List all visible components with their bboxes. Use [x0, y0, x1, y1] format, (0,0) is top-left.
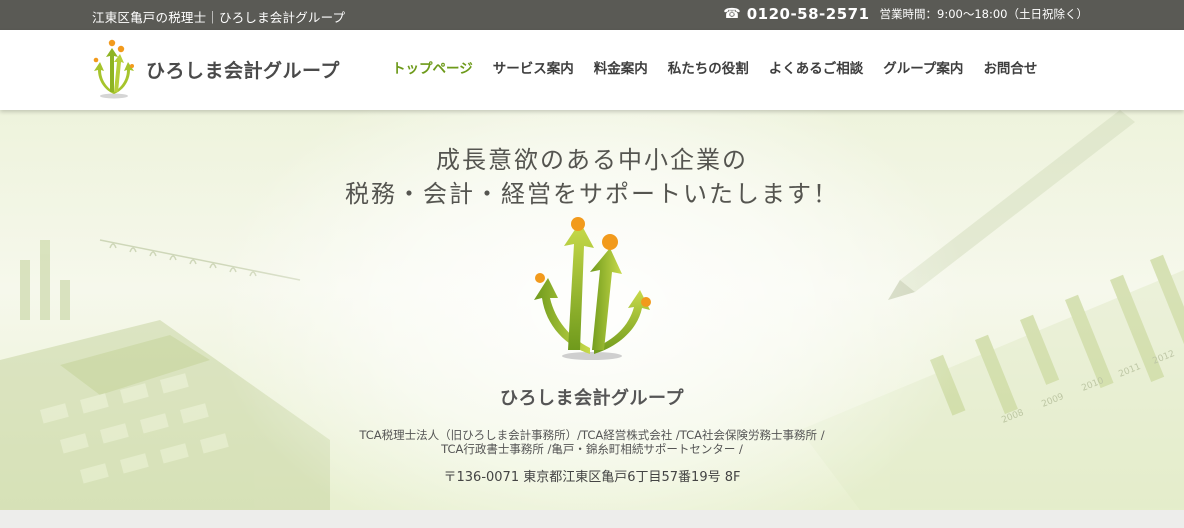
- nav-item-contact[interactable]: お問合せ: [983, 57, 1037, 77]
- office-list: TCA税理士法人（旧ひろしま会計事務所）/TCA経営株式会社 /TCA社会保険労…: [0, 428, 1184, 456]
- hero-section: 2008 2009 2010 2011 2012 成長意欲のある中小企業の 税務…: [0, 110, 1184, 510]
- brand-logo-link[interactable]: ひろしま会計グループ: [90, 38, 340, 100]
- nav-item-group[interactable]: グループ案内: [883, 57, 963, 77]
- hero-headline-line-2: 税務・会計・経営をサポートいたします！: [345, 180, 839, 208]
- main-nav: トップページ サービス案内 料金案内 私たちの役割 よくあるご相談 グループ案内…: [392, 57, 1037, 77]
- contact-info: ☎ 0120-58-2571 営業時間：9:00〜18:00（土日祝除く）: [723, 4, 1088, 24]
- nav-item-faq[interactable]: よくあるご相談: [769, 57, 864, 77]
- nav-item-services[interactable]: サービス案内: [493, 57, 574, 77]
- nav-item-our-role[interactable]: 私たちの役割: [668, 57, 749, 77]
- hero-brand-name: ひろしま会計グループ: [500, 388, 684, 409]
- site-tagline: 江東区亀戸の税理士｜ひろしま会計グループ: [92, 10, 346, 25]
- office-address: 〒136-0071 東京都江東区亀戸6丁目57番19号 8F: [443, 470, 741, 485]
- business-hours: 営業時間：9:00〜18:00（土日祝除く）: [879, 7, 1088, 21]
- hero-headline-line-1: 成長意欲のある中小企業の: [436, 146, 748, 174]
- sprout-arrows-logo-icon: [93, 39, 134, 99]
- phone-number[interactable]: 0120-58-2571: [747, 4, 870, 24]
- sprout-arrows-logo-icon: [534, 217, 651, 360]
- office-list-line-2: TCA行政書士事務所 /亀戸・錦糸町相続サポートセンター /: [441, 442, 743, 456]
- phone-icon: ☎: [723, 6, 741, 22]
- nav-item-top-page[interactable]: トップページ: [392, 57, 473, 77]
- office-list-line-1: TCA税理士法人（旧ひろしま会計事務所）/TCA経営株式会社 /TCA社会保険労…: [359, 428, 825, 442]
- top-bar: 江東区亀戸の税理士｜ひろしま会計グループ ☎ 0120-58-2571 営業時間…: [0, 0, 1184, 30]
- brand-name: ひろしま会計グループ: [146, 59, 340, 82]
- site-header: ひろしま会計グループ トップページ サービス案内 料金案内 私たちの役割 よくあ…: [0, 30, 1184, 110]
- nav-item-pricing[interactable]: 料金案内: [594, 57, 648, 77]
- content-area-top: [0, 510, 1184, 528]
